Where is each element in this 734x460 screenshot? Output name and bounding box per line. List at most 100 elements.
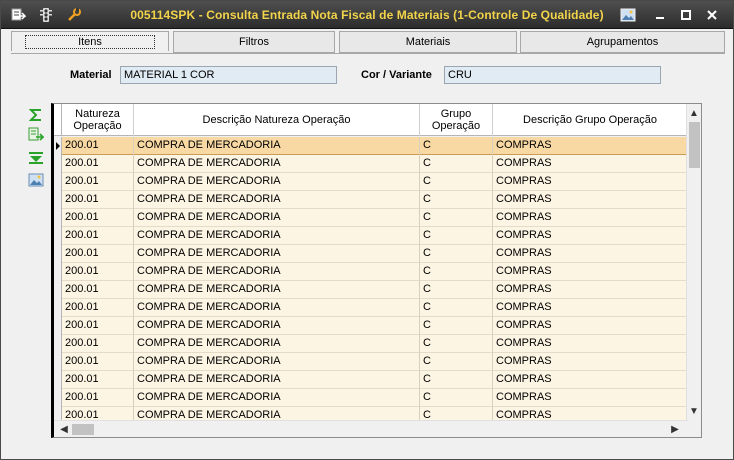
table-cell[interactable]: COMPRA DE MERCADORIA xyxy=(134,245,420,263)
table-row[interactable]: 200.01 COMPRA DE MERCADORIA C COMPRAS xyxy=(54,209,688,227)
export-icon[interactable] xyxy=(27,127,45,143)
table-cell[interactable]: 200.01 xyxy=(62,353,134,371)
vertical-scrollbar[interactable]: ▲ ▼ xyxy=(686,104,701,420)
table-cell[interactable]: 200.01 xyxy=(62,209,134,227)
row-indicator[interactable] xyxy=(54,137,62,155)
table-row[interactable]: 200.01 COMPRA DE MERCADORIA C COMPRAS xyxy=(54,155,688,173)
table-cell[interactable]: C xyxy=(420,317,493,335)
table-cell[interactable]: COMPRAS xyxy=(493,227,688,245)
row-indicator[interactable] xyxy=(54,245,62,263)
table-cell[interactable]: COMPRAS xyxy=(493,155,688,173)
table-cell[interactable]: C xyxy=(420,281,493,299)
cor-variante-field[interactable]: CRU xyxy=(444,66,661,84)
table-cell[interactable]: COMPRAS xyxy=(493,209,688,227)
table-cell[interactable]: COMPRAS xyxy=(493,191,688,209)
tab-filtros[interactable]: Filtros xyxy=(173,31,335,53)
image-icon[interactable] xyxy=(619,6,637,24)
table-cell[interactable]: C xyxy=(420,209,493,227)
scroll-up-icon[interactable]: ▲ xyxy=(687,106,701,120)
row-indicator[interactable] xyxy=(54,173,62,191)
table-cell[interactable]: 200.01 xyxy=(62,389,134,407)
row-indicator[interactable] xyxy=(54,209,62,227)
table-cell[interactable]: COMPRAS xyxy=(493,407,688,421)
table-row[interactable]: 200.01 COMPRA DE MERCADORIA C COMPRAS xyxy=(54,227,688,245)
scroll-right-icon[interactable]: ▶ xyxy=(668,422,682,436)
row-indicator[interactable] xyxy=(54,389,62,407)
table-cell[interactable]: COMPRAS xyxy=(493,389,688,407)
row-indicator[interactable] xyxy=(54,335,62,353)
table-cell[interactable]: C xyxy=(420,227,493,245)
horizontal-scroll-thumb[interactable] xyxy=(72,424,94,435)
table-cell[interactable]: 200.01 xyxy=(62,245,134,263)
row-indicator[interactable] xyxy=(54,353,62,371)
table-cell[interactable]: COMPRAS xyxy=(493,245,688,263)
table-row[interactable]: 200.01 COMPRA DE MERCADORIA C COMPRAS xyxy=(54,137,688,155)
table-cell[interactable]: COMPRA DE MERCADORIA xyxy=(134,389,420,407)
table-cell[interactable]: 200.01 xyxy=(62,155,134,173)
table-cell[interactable]: 200.01 xyxy=(62,407,134,421)
table-cell[interactable]: COMPRA DE MERCADORIA xyxy=(134,353,420,371)
table-row[interactable]: 200.01 COMPRA DE MERCADORIA C COMPRAS xyxy=(54,389,688,407)
table-cell[interactable]: COMPRA DE MERCADORIA xyxy=(134,155,420,173)
table-cell[interactable]: COMPRAS xyxy=(493,137,688,155)
row-indicator[interactable] xyxy=(54,371,62,389)
table-row[interactable]: 200.01 COMPRA DE MERCADORIA C COMPRAS xyxy=(54,371,688,389)
material-field[interactable]: MATERIAL 1 COR xyxy=(120,66,337,84)
table-cell[interactable]: COMPRA DE MERCADORIA xyxy=(134,227,420,245)
table-cell[interactable]: COMPRA DE MERCADORIA xyxy=(134,299,420,317)
filter-down-icon[interactable] xyxy=(27,150,45,166)
table-cell[interactable]: COMPRA DE MERCADORIA xyxy=(134,281,420,299)
table-cell[interactable]: COMPRAS xyxy=(493,173,688,191)
scroll-left-icon[interactable]: ◀ xyxy=(57,422,71,436)
vertical-scroll-thumb[interactable] xyxy=(689,122,700,168)
table-row[interactable]: 200.01 COMPRA DE MERCADORIA C COMPRAS xyxy=(54,335,688,353)
maximize-button[interactable] xyxy=(675,6,697,24)
table-cell[interactable]: COMPRA DE MERCADORIA xyxy=(134,371,420,389)
table-cell[interactable]: C xyxy=(420,299,493,317)
table-cell[interactable]: COMPRAS xyxy=(493,371,688,389)
table-cell[interactable]: COMPRAS xyxy=(493,335,688,353)
table-cell[interactable]: COMPRA DE MERCADORIA xyxy=(134,191,420,209)
table-row[interactable]: 200.01 COMPRA DE MERCADORIA C COMPRAS xyxy=(54,407,688,421)
table-cell[interactable]: 200.01 xyxy=(62,281,134,299)
table-row[interactable]: 200.01 COMPRA DE MERCADORIA C COMPRAS xyxy=(54,317,688,335)
row-indicator[interactable] xyxy=(54,299,62,317)
data-grid[interactable]: Natureza Operação Descrição Natureza Ope… xyxy=(51,103,702,438)
column-header-grupo[interactable]: Grupo Operação xyxy=(420,104,493,136)
table-cell[interactable]: COMPRA DE MERCADORIA xyxy=(134,263,420,281)
table-cell[interactable]: 200.01 xyxy=(62,191,134,209)
row-indicator[interactable] xyxy=(54,281,62,299)
table-cell[interactable]: 200.01 xyxy=(62,371,134,389)
table-cell[interactable]: 200.01 xyxy=(62,173,134,191)
table-cell[interactable]: C xyxy=(420,389,493,407)
table-cell[interactable]: C xyxy=(420,263,493,281)
table-cell[interactable]: COMPRAS xyxy=(493,317,688,335)
table-cell[interactable]: 200.01 xyxy=(62,263,134,281)
minimize-button[interactable] xyxy=(649,6,671,24)
table-cell[interactable]: COMPRA DE MERCADORIA xyxy=(134,407,420,421)
table-cell[interactable]: COMPRAS xyxy=(493,353,688,371)
tab-itens[interactable]: Itens xyxy=(11,31,169,51)
table-cell[interactable]: C xyxy=(420,191,493,209)
table-row[interactable]: 200.01 COMPRA DE MERCADORIA C COMPRAS xyxy=(54,353,688,371)
table-cell[interactable]: C xyxy=(420,335,493,353)
row-indicator[interactable] xyxy=(54,407,62,421)
table-cell[interactable]: COMPRA DE MERCADORIA xyxy=(134,137,420,155)
table-cell[interactable]: COMPRAS xyxy=(493,263,688,281)
table-cell[interactable]: 200.01 xyxy=(62,335,134,353)
row-indicator[interactable] xyxy=(54,155,62,173)
table-cell[interactable]: C xyxy=(420,173,493,191)
table-cell[interactable]: COMPRA DE MERCADORIA xyxy=(134,209,420,227)
table-cell[interactable]: C xyxy=(420,155,493,173)
table-cell[interactable]: C xyxy=(420,353,493,371)
table-cell[interactable]: COMPRA DE MERCADORIA xyxy=(134,317,420,335)
row-indicator[interactable] xyxy=(54,227,62,245)
table-cell[interactable]: 200.01 xyxy=(62,317,134,335)
column-header-descricao-natureza[interactable]: Descrição Natureza Operação xyxy=(134,104,420,136)
tab-agrupamentos[interactable]: Agrupamentos xyxy=(520,31,725,53)
table-row[interactable]: 200.01 COMPRA DE MERCADORIA C COMPRAS xyxy=(54,263,688,281)
table-cell[interactable]: 200.01 xyxy=(62,299,134,317)
table-row[interactable]: 200.01 COMPRA DE MERCADORIA C COMPRAS xyxy=(54,191,688,209)
table-cell[interactable]: C xyxy=(420,137,493,155)
sigma-icon[interactable] xyxy=(27,107,45,123)
